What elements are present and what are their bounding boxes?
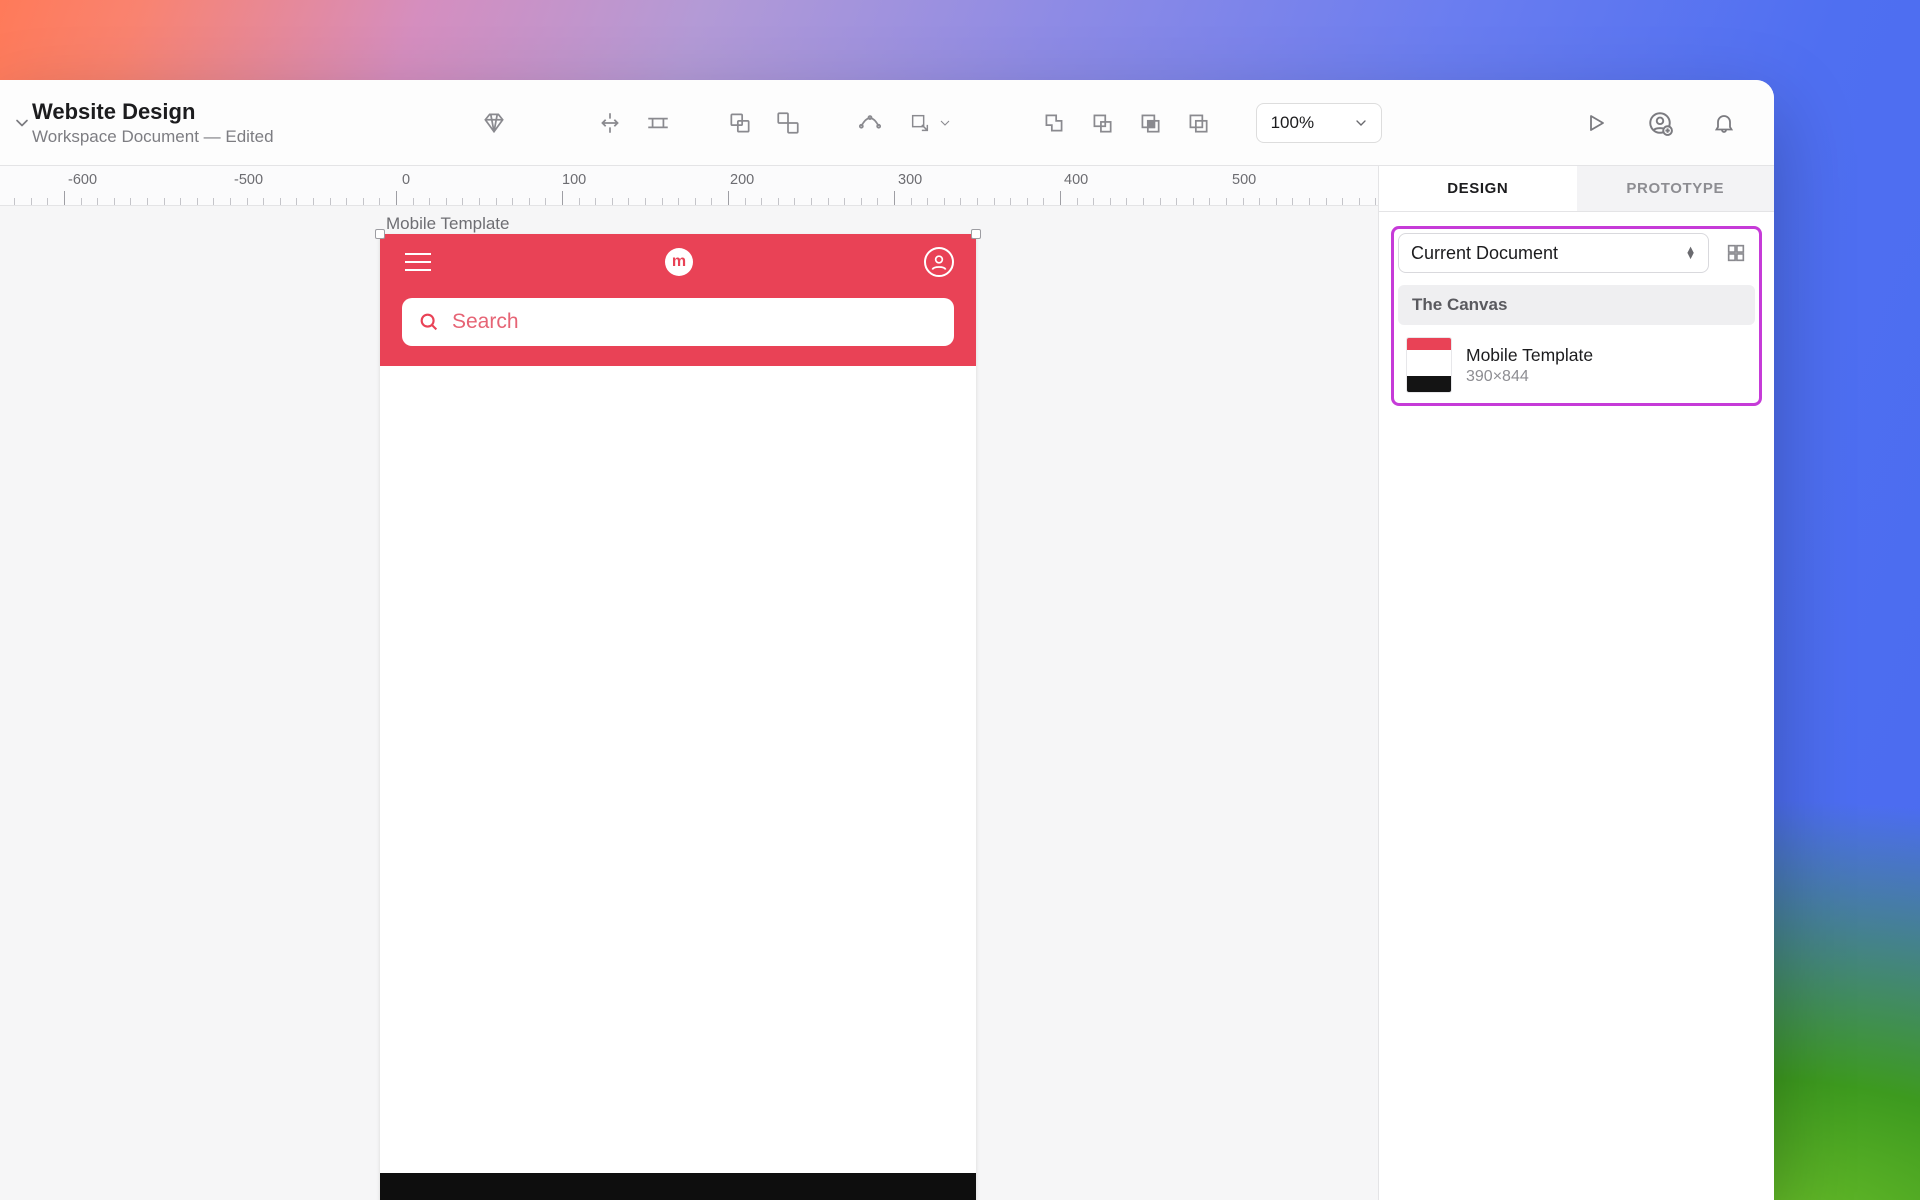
zoom-value: 100% [1271,113,1314,133]
search-placeholder: Search [452,310,519,334]
scale-tool[interactable] [894,103,968,143]
sketch-diamond-icon[interactable] [464,103,524,143]
chevron-updown-icon: ▲▼ [1685,247,1696,259]
tab-design[interactable]: DESIGN [1379,166,1577,211]
horizontal-ruler[interactable]: -600 -500 0 100 200 300 400 500 [0,166,1378,206]
selection-handle-tr[interactable] [971,229,981,239]
inspector-tabs: DESIGN PROTOTYPE [1379,166,1774,212]
grid-view-icon[interactable] [1717,234,1755,272]
source-document-select[interactable]: Current Document ▲▼ [1398,233,1709,273]
selection-handle-tl[interactable] [375,229,385,239]
title-block: Website Design Workspace Document — Edit… [32,99,274,147]
share-user-icon[interactable] [1638,101,1682,145]
toolbar: Website Design Workspace Document — Edit… [0,80,1774,166]
ruler-label: 200 [730,172,754,188]
zoom-select[interactable]: 100% [1256,103,1382,143]
logo-letter: m [672,253,686,271]
artboard-mobile-template[interactable]: m Search Subscri [380,234,976,1200]
mobile-content-area [380,366,976,1173]
edit-shape-icon[interactable] [846,103,894,143]
bell-icon[interactable] [1702,101,1746,145]
tab-prototype[interactable]: PROTOTYPE [1577,166,1775,211]
ruler-label: 400 [1064,172,1088,188]
artboard-list-item[interactable]: Mobile Template 390×844 [1398,325,1755,395]
document-title: Website Design [32,99,274,125]
canvas[interactable]: Mobile Template m [0,206,1378,1200]
source-select-value: Current Document [1411,243,1558,264]
tool-row: 100% [464,103,1382,143]
search-input[interactable]: Search [402,298,954,346]
union-icon[interactable] [1030,103,1078,143]
inspector-highlight-region: Current Document ▲▼ The Canvas [1391,226,1762,406]
logo-icon[interactable]: m [665,248,693,276]
chevron-down-icon [1353,115,1369,131]
ruler-label: 300 [898,172,922,188]
distribute-vertical-icon[interactable] [634,103,682,143]
document-menu-chevron[interactable] [12,113,32,133]
hamburger-menu-icon[interactable] [402,246,434,278]
chevron-down-icon [937,115,953,131]
inspector-section-header: The Canvas [1398,285,1755,325]
intersect-icon[interactable] [1126,103,1174,143]
desktop-wallpaper: Website Design Workspace Document — Edit… [0,0,1920,1200]
artboard-item-name: Mobile Template [1466,345,1593,366]
play-icon[interactable] [1574,101,1618,145]
search-icon [418,311,440,333]
artboard-item-dimensions: 390×844 [1466,368,1593,386]
mobile-header: m Search [380,234,976,366]
inspector-panel: DESIGN PROTOTYPE Current Document ▲▼ [1378,166,1774,1200]
app-window: Website Design Workspace Document — Edit… [0,80,1774,1200]
ruler-label: 500 [1232,172,1256,188]
distribute-horizontal-icon[interactable] [586,103,634,143]
ruler-label: -500 [234,172,263,188]
document-subtitle: Workspace Document — Edited [32,127,274,147]
canvas-area: -600 -500 0 100 200 300 400 500 Mobile Template… [0,166,1378,1200]
difference-icon[interactable] [1174,103,1222,143]
subtract-icon[interactable] [1078,103,1126,143]
artboard-label[interactable]: Mobile Template [386,214,509,234]
ruler-label: 100 [562,172,586,188]
avatar-icon[interactable] [924,247,954,277]
artboard-thumbnail [1406,337,1452,393]
ruler-label: 0 [402,172,410,188]
ungroup-icon[interactable] [764,103,812,143]
group-icon[interactable] [716,103,764,143]
mobile-footer: Subscribe to our newsletter A digest of … [380,1173,976,1200]
ruler-label: -600 [68,172,97,188]
